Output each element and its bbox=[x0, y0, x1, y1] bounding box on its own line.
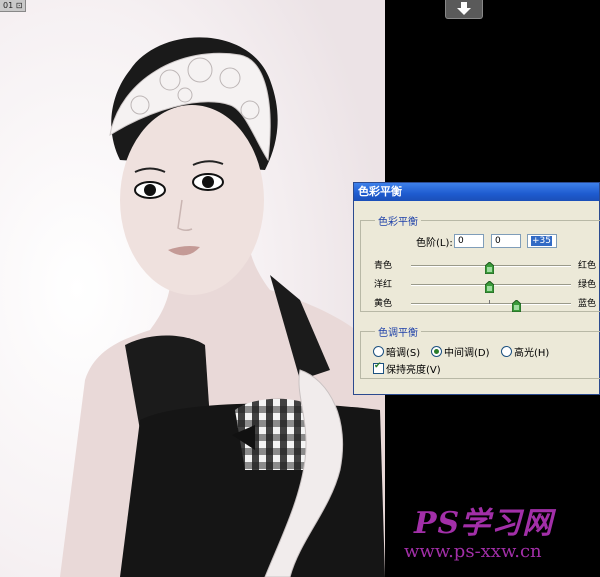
yellow-blue-slider[interactable] bbox=[411, 299, 571, 313]
level-magenta-green-input[interactable]: 0 bbox=[491, 234, 521, 248]
dialog-title[interactable]: 色彩平衡 bbox=[354, 183, 599, 201]
document-image[interactable] bbox=[0, 0, 385, 577]
magenta-green-slider[interactable] bbox=[411, 280, 571, 294]
color-balance-dialog: 色彩平衡 色彩平衡 色阶(L): 0 0 +35 青色 红色 洋红 绿色 黄色 bbox=[353, 182, 600, 395]
download-arrow-icon bbox=[457, 2, 471, 15]
slider-green-label: 绿色 bbox=[577, 280, 596, 290]
slider-cyan-label: 青色 bbox=[374, 261, 393, 271]
slider-thumb-icon[interactable] bbox=[511, 297, 522, 313]
radio-button-selected[interactable] bbox=[431, 346, 442, 357]
slider-thumb-icon[interactable] bbox=[484, 278, 495, 294]
levels-label: 色阶(L): bbox=[416, 238, 453, 249]
slider-red-label: 红色 bbox=[577, 261, 596, 271]
level-cyan-red-input[interactable]: 0 bbox=[454, 234, 484, 248]
color-balance-group: 色彩平衡 色阶(L): 0 0 +35 青色 红色 洋红 绿色 黄色 蓝色 bbox=[360, 213, 600, 313]
checkbox-checked[interactable] bbox=[373, 361, 384, 374]
watermark-brand: PS学习网 bbox=[414, 506, 554, 541]
watermark-url: www.ps-xxw.cn bbox=[404, 541, 542, 562]
download-button[interactable] bbox=[445, 0, 483, 19]
radio-shadows[interactable]: 暗调(S) bbox=[373, 344, 420, 359]
radio-button[interactable] bbox=[501, 346, 512, 357]
radio-highlights[interactable]: 高光(H) bbox=[501, 344, 549, 359]
workspace: 01 ⊡ 色彩平衡 色彩平衡 色阶(L): 0 0 +35 青色 红色 洋红 绿… bbox=[0, 0, 600, 577]
portrait-photo bbox=[0, 0, 385, 577]
cyan-red-slider[interactable] bbox=[411, 261, 571, 275]
tone-balance-legend: 色调平衡 bbox=[375, 324, 421, 339]
slider-magenta-label: 洋红 bbox=[374, 280, 393, 290]
slider-blue-label: 蓝色 bbox=[577, 299, 596, 309]
level-yellow-blue-input[interactable]: +35 bbox=[527, 234, 557, 248]
tone-balance-group: 色调平衡 暗调(S) 中间调(D) 高光(H) 保持亮度(V) bbox=[360, 324, 600, 379]
color-balance-legend: 色彩平衡 bbox=[375, 213, 421, 228]
radio-midtones[interactable]: 中间调(D) bbox=[431, 344, 490, 359]
slider-thumb-icon[interactable] bbox=[484, 259, 495, 275]
radio-button[interactable] bbox=[373, 346, 384, 357]
preserve-luminosity-checkbox[interactable]: 保持亮度(V) bbox=[373, 361, 441, 376]
slider-center-tick bbox=[489, 300, 490, 304]
document-tab[interactable]: 01 ⊡ bbox=[0, 0, 27, 12]
slider-yellow-label: 黄色 bbox=[374, 299, 393, 309]
